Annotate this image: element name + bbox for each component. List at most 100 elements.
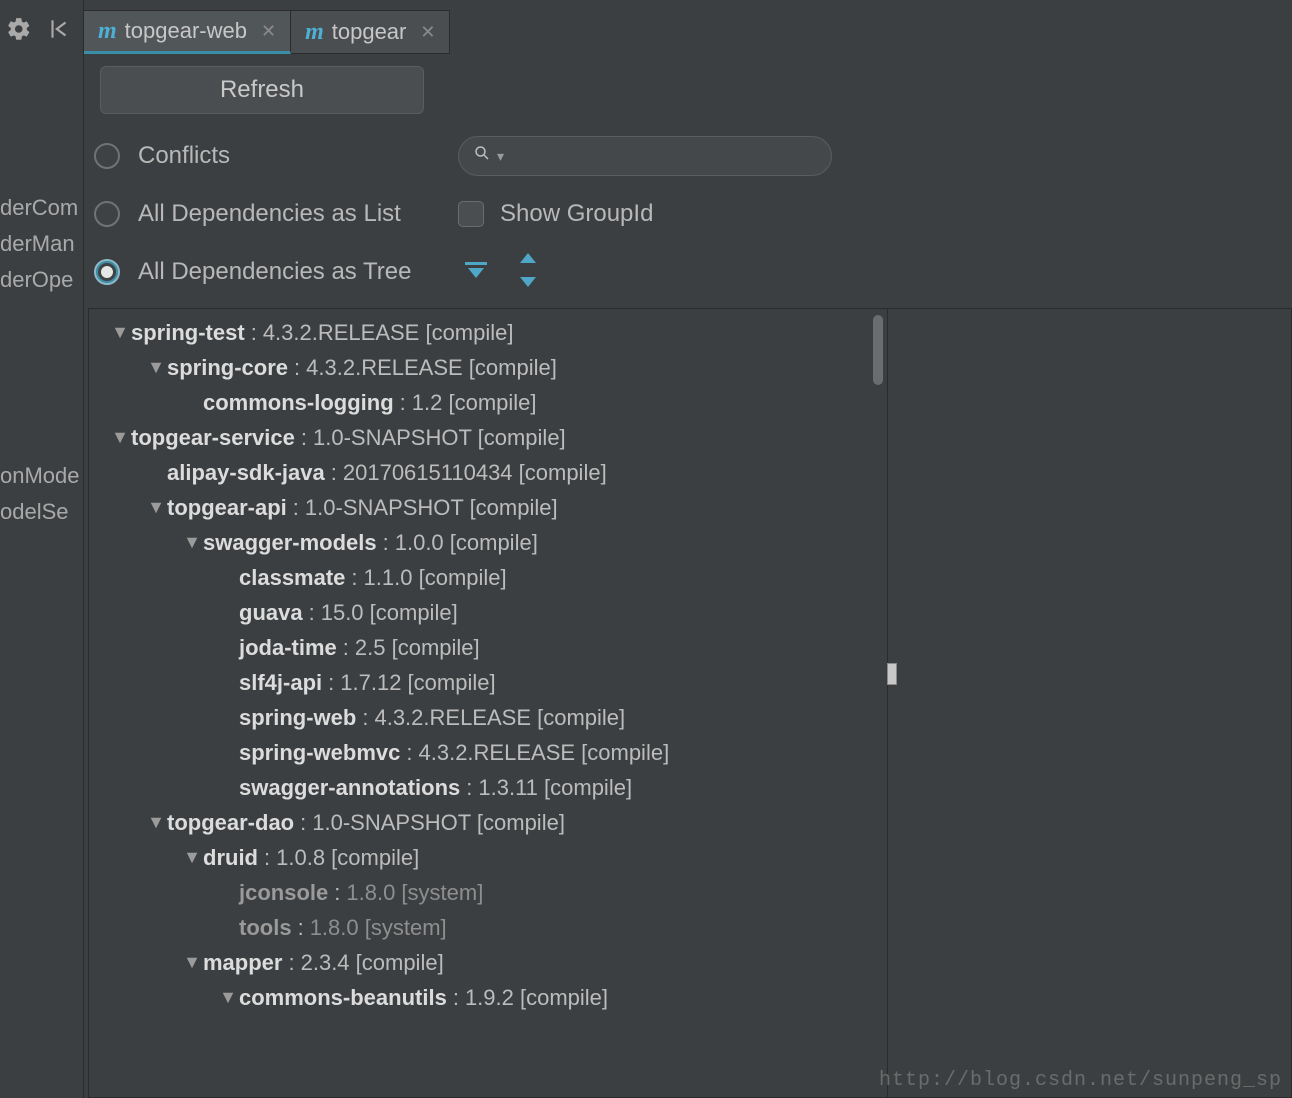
filter-row-conflicts[interactable]: Conflicts (94, 142, 230, 170)
dependency-node[interactable]: ▼topgear-service : 1.0-SNAPSHOT [compile… (89, 420, 887, 455)
filter-row-list[interactable]: All Dependencies as List (94, 200, 401, 228)
separator: : (334, 880, 340, 906)
show-groupid-row[interactable]: Show GroupId (458, 200, 653, 228)
watermark-text: http://blog.csdn.net/sunpeng_sp (879, 1069, 1282, 1092)
show-groupid-checkbox[interactable] (458, 201, 484, 227)
dependency-name: topgear-dao (167, 810, 294, 836)
dependency-name: commons-beanutils (239, 985, 447, 1011)
left-item[interactable]: odelSe (0, 494, 83, 530)
separator: : (251, 320, 257, 346)
left-truncated-list-1: derCom derMan derOpe (0, 190, 83, 298)
dependency-name: topgear-service (131, 425, 295, 451)
separator: : (466, 775, 472, 801)
dependency-node[interactable]: spring-webmvc : 4.3.2.RELEASE [compile] (89, 735, 887, 770)
dependency-name: tools (239, 915, 292, 941)
chevron-down-icon[interactable]: ▼ (145, 812, 167, 833)
dependency-node[interactable]: ▼spring-core : 4.3.2.RELEASE [compile] (89, 350, 887, 385)
dependency-name: jconsole (239, 880, 328, 906)
dependency-node[interactable]: ▼topgear-api : 1.0-SNAPSHOT [compile] (89, 490, 887, 525)
dependency-version: 4.3.2.RELEASE [compile] (263, 320, 514, 346)
filter-label: All Dependencies as Tree (138, 258, 412, 286)
dependency-node[interactable]: ▼druid : 1.0.8 [compile] (89, 840, 887, 875)
left-item[interactable]: derCom (0, 190, 83, 226)
chevron-down-icon[interactable]: ▼ (181, 952, 203, 973)
chevron-down-icon[interactable]: ▼ (145, 357, 167, 378)
chevron-down-icon[interactable]: ▼ (217, 987, 239, 1008)
separator: : (300, 810, 306, 836)
chevron-down-icon[interactable]: ▼ (109, 427, 131, 448)
dependency-name: topgear-api (167, 495, 287, 521)
dependency-name: druid (203, 845, 258, 871)
dependency-version: 1.7.12 [compile] (340, 670, 495, 696)
dependency-name: slf4j-api (239, 670, 322, 696)
separator: : (343, 635, 349, 661)
dependency-name: mapper (203, 950, 282, 976)
close-icon[interactable]: ✕ (261, 21, 276, 42)
dependency-node[interactable]: spring-web : 4.3.2.RELEASE [compile] (89, 700, 887, 735)
radio-tree[interactable] (94, 259, 120, 285)
split-handle[interactable] (887, 663, 897, 685)
refresh-button-label: Refresh (220, 76, 304, 104)
dependency-node[interactable]: ▼commons-beanutils : 1.9.2 [compile] (89, 980, 887, 1015)
search-dropdown-icon[interactable]: ▾ (497, 148, 504, 165)
filter-row-tree[interactable]: All Dependencies as Tree (94, 258, 412, 286)
dependency-tree[interactable]: ▼spring-test : 4.3.2.RELEASE [compile]▼s… (88, 308, 888, 1098)
dependency-version: 15.0 [compile] (321, 600, 458, 626)
tab-topgear[interactable]: mtopgear✕ (291, 10, 450, 54)
dependency-version: 2.3.4 [compile] (301, 950, 444, 976)
dependency-node[interactable]: ▼mapper : 2.3.4 [compile] (89, 945, 887, 980)
left-item[interactable]: derMan (0, 226, 83, 262)
settings-icon[interactable] (6, 16, 32, 42)
left-item[interactable]: derOpe (0, 262, 83, 298)
chevron-down-icon[interactable]: ▼ (109, 322, 131, 343)
dependency-name: commons-logging (203, 390, 394, 416)
dependency-version: 1.0-SNAPSHOT [compile] (305, 495, 558, 521)
dependency-version: 4.3.2.RELEASE [compile] (306, 355, 557, 381)
dependency-node[interactable]: swagger-annotations : 1.3.11 [compile] (89, 770, 887, 805)
dependency-node[interactable]: joda-time : 2.5 [compile] (89, 630, 887, 665)
separator: : (293, 495, 299, 521)
dependency-node[interactable]: classmate : 1.1.0 [compile] (89, 560, 887, 595)
scrollbar-thumb[interactable] (873, 315, 883, 385)
radio-conflicts[interactable] (94, 143, 120, 169)
dependency-node[interactable]: guava : 15.0 [compile] (89, 595, 887, 630)
maven-icon: m (98, 18, 117, 45)
chevron-down-icon[interactable]: ▼ (145, 497, 167, 518)
dependency-node[interactable]: commons-logging : 1.2 [compile] (89, 385, 887, 420)
dependency-name: spring-web (239, 705, 356, 731)
dependency-node[interactable]: alipay-sdk-java : 20170615110434 [compil… (89, 455, 887, 490)
separator: : (264, 845, 270, 871)
radio-list[interactable] (94, 201, 120, 227)
search-input[interactable]: ▾ (458, 136, 832, 176)
dependency-version: 1.0-SNAPSHOT [compile] (312, 810, 565, 836)
step-back-icon[interactable] (46, 16, 72, 42)
tab-topgear-web[interactable]: mtopgear-web✕ (84, 10, 291, 54)
dependency-node[interactable]: ▼swagger-models : 1.0.0 [compile] (89, 525, 887, 560)
dependency-node[interactable]: ▼spring-test : 4.3.2.RELEASE [compile] (89, 315, 887, 350)
dependency-version: 1.3.11 [compile] (478, 775, 632, 801)
dependency-name: classmate (239, 565, 345, 591)
dependency-version: 1.0.0 [compile] (395, 530, 538, 556)
dependency-version: 1.0-SNAPSHOT [compile] (313, 425, 566, 451)
chevron-down-icon[interactable]: ▼ (181, 847, 203, 868)
close-icon[interactable]: ✕ (420, 22, 435, 43)
expand-all-icon[interactable] (462, 256, 490, 284)
collapse-all-icon[interactable] (514, 256, 542, 284)
separator: : (406, 740, 412, 766)
left-item[interactable]: onMode (0, 458, 83, 494)
separator: : (328, 670, 334, 696)
dependency-version: 4.3.2.RELEASE [compile] (374, 705, 625, 731)
dependency-node[interactable]: slf4j-api : 1.7.12 [compile] (89, 665, 887, 700)
separator: : (362, 705, 368, 731)
filter-label: Conflicts (138, 142, 230, 170)
dependency-name: spring-test (131, 320, 245, 346)
chevron-down-icon[interactable]: ▼ (181, 532, 203, 553)
separator: : (301, 425, 307, 451)
refresh-button[interactable]: Refresh (100, 66, 424, 114)
dependency-node[interactable]: jconsole : 1.8.0 [system] (89, 875, 887, 910)
dependency-node[interactable]: ▼topgear-dao : 1.0-SNAPSHOT [compile] (89, 805, 887, 840)
filter-label: All Dependencies as List (138, 200, 401, 228)
separator: : (331, 460, 337, 486)
dependency-name: alipay-sdk-java (167, 460, 325, 486)
dependency-node[interactable]: tools : 1.8.0 [system] (89, 910, 887, 945)
